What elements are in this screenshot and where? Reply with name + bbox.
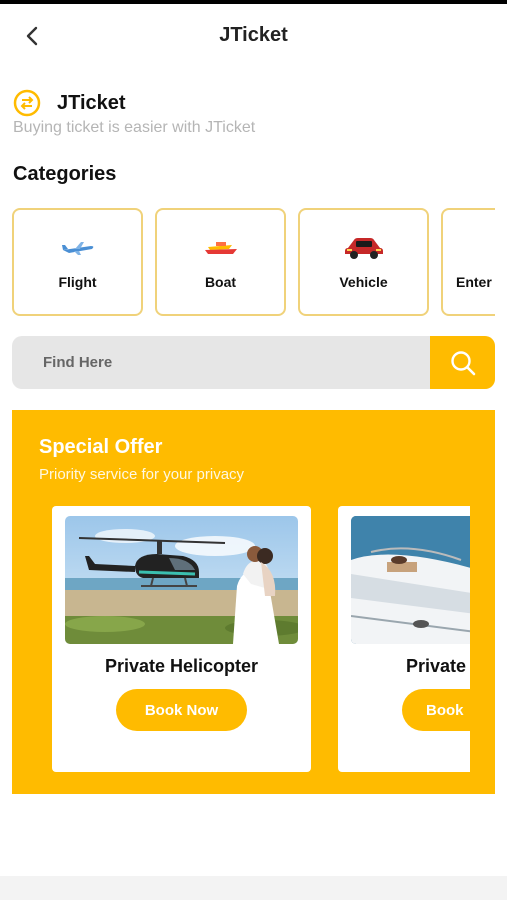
offer-name: Private Helicopter <box>104 656 259 676</box>
app-bar: JTicket <box>0 4 507 66</box>
brand-name: JTicket <box>57 91 126 114</box>
brand-tagline: Buying ticket is easier with JTicket <box>13 119 256 136</box>
yacht-photo <box>351 516 470 644</box>
book-now-button[interactable]: Book <box>402 689 470 731</box>
special-offer-panel: Special Offer Priority service for your … <box>12 410 495 794</box>
airplane-icon <box>14 236 141 260</box>
offer-card-helicopter[interactable]: Private Helicopter Book Now <box>52 506 311 772</box>
category-boat[interactable]: Boat <box>155 208 286 316</box>
category-label: Enter <box>456 274 492 290</box>
category-entertainment[interactable]: Enter <box>441 208 495 316</box>
offer-carousel[interactable]: Private Helicopter Book Now Private Book <box>52 506 470 774</box>
search-icon <box>450 350 475 375</box>
book-now-button[interactable]: Book Now <box>116 689 247 731</box>
boat-icon <box>157 236 284 260</box>
category-label: Vehicle <box>339 274 388 290</box>
category-label: Flight <box>58 274 97 290</box>
special-offer-subtitle: Priority service for your privacy <box>39 466 245 483</box>
page-title: JTicket <box>219 24 288 46</box>
categories-title: Categories <box>13 163 117 185</box>
search-button[interactable] <box>430 336 495 389</box>
offer-card-yacht[interactable]: Private Book <box>338 506 470 772</box>
search-bar <box>12 336 495 389</box>
ticket-swap-icon <box>13 89 41 117</box>
category-flight[interactable]: Flight <box>12 208 143 316</box>
category-vehicle[interactable]: Vehicle <box>298 208 429 316</box>
car-icon <box>300 236 427 260</box>
category-list: Flight Boat Vehicle Enter <box>12 208 495 316</box>
entertainment-icon <box>443 236 495 260</box>
search-input[interactable] <box>12 336 430 389</box>
brand-row: JTicket <box>13 88 126 118</box>
bottom-navigation-area <box>0 876 507 900</box>
category-label: Boat <box>204 274 237 290</box>
offer-name: Private <box>406 656 467 676</box>
helicopter-couple-photo <box>65 516 298 644</box>
special-offer-title: Special Offer <box>39 436 163 458</box>
